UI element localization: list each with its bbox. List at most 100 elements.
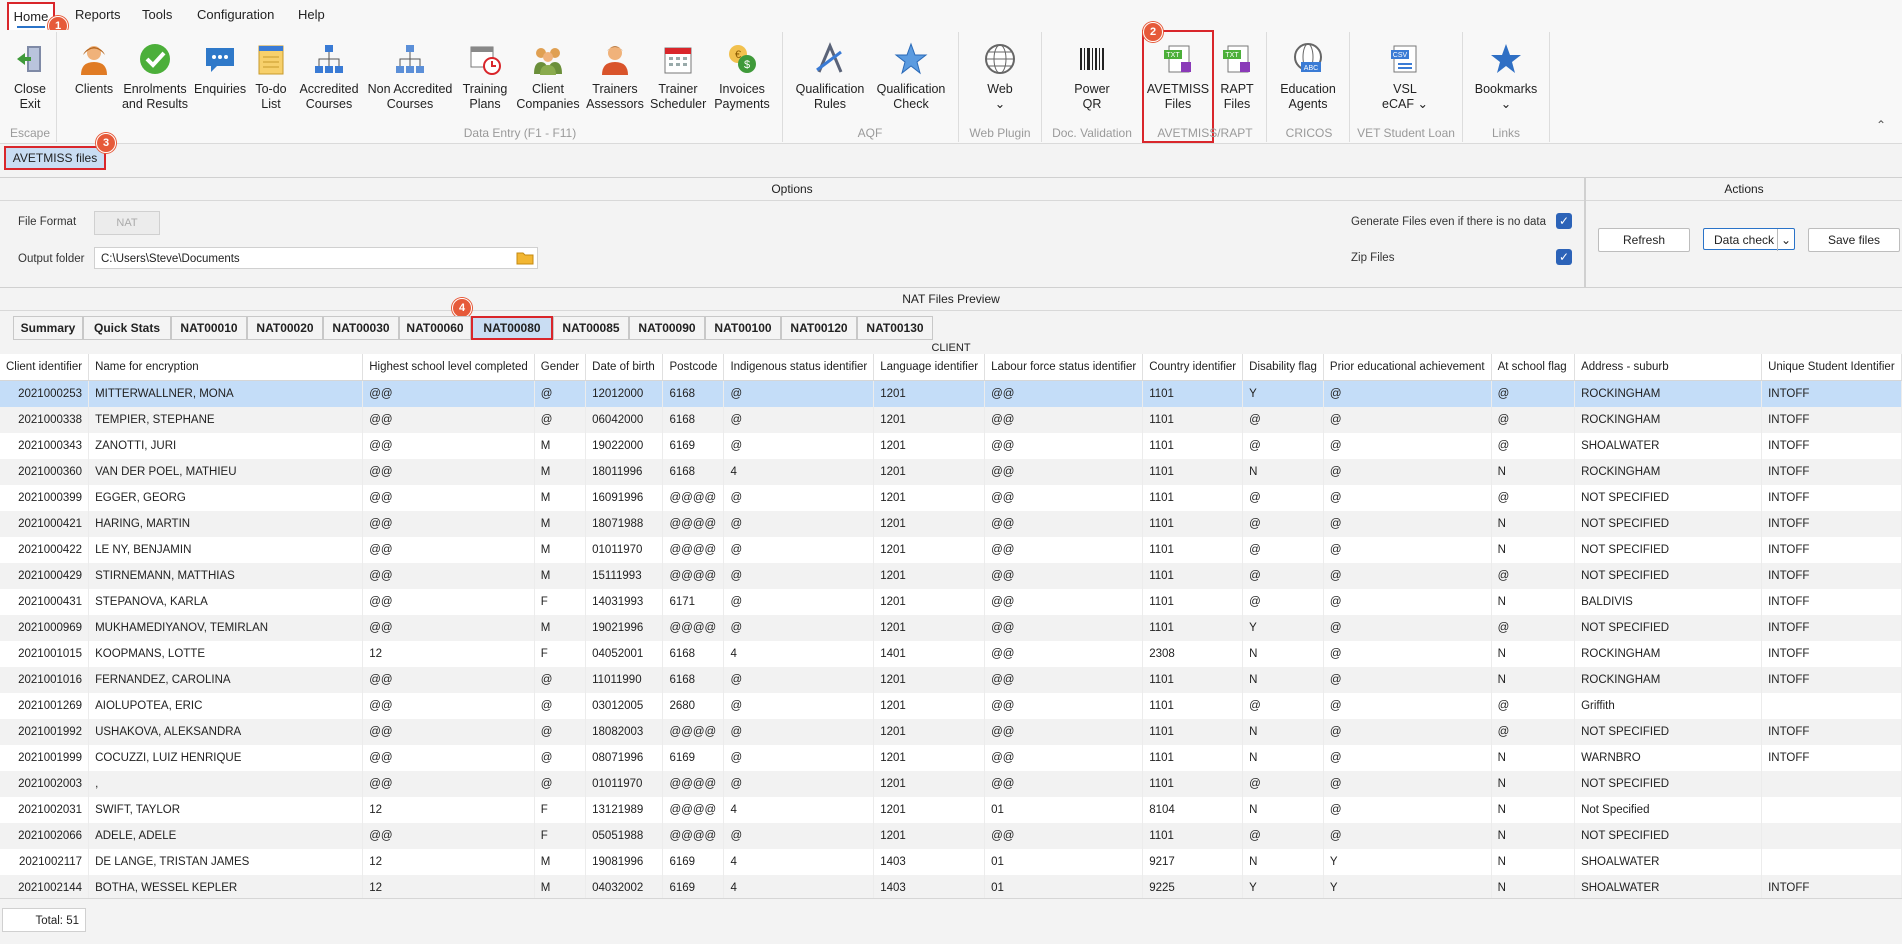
column-header[interactable]: Name for encryption <box>88 354 364 381</box>
menu-configuration[interactable]: Configuration <box>197 7 274 22</box>
zip-files-checkbox[interactable]: ✓ <box>1556 249 1572 265</box>
column-header[interactable]: Address - suburb <box>1574 354 1763 381</box>
table-row[interactable]: 2021000338 TEMPIER, STEPHANE @@ @06042000 61… <box>0 407 1902 433</box>
column-header[interactable]: Unique Student Identifier <box>1761 354 1902 381</box>
tab-quick-stats[interactable]: Quick Stats <box>83 316 171 340</box>
column-header[interactable]: Indigenous status identifier <box>723 354 875 381</box>
qualification-rules-button[interactable]: Qualification Rules <box>792 42 868 112</box>
table-cell: @ <box>1242 823 1324 849</box>
enquiries-button[interactable]: Enquiries <box>194 42 246 97</box>
table-cell: N <box>1242 849 1324 875</box>
column-header[interactable]: Country identifier <box>1142 354 1244 381</box>
tab-nat00010[interactable]: NAT00010 <box>171 316 247 340</box>
table-row[interactable]: 2021001016 FERNANDEZ, CAROLINA @@ @11011990… <box>0 667 1902 693</box>
trainers-assessors-button[interactable]: Trainers Assessors <box>584 42 646 112</box>
collapse-ribbon-chevron-icon[interactable]: ⌃ <box>1876 118 1886 132</box>
education-agents-button[interactable]: ABC Education Agents <box>1274 42 1342 112</box>
table-row[interactable]: 2021000399 EGGER, GEORG @@ M 16091996 @@@@ @12… <box>0 485 1902 511</box>
column-header[interactable]: Disability flag <box>1242 354 1324 381</box>
menu-reports[interactable]: Reports <box>75 7 121 22</box>
ribbon: Close Exit Clients Enrolments and Result… <box>0 30 1902 144</box>
tab-nat00060[interactable]: NAT00060 <box>399 316 471 340</box>
table-cell: 4 <box>723 849 875 875</box>
table-cell: 2021000399 <box>0 485 90 511</box>
notepad-icon <box>258 45 284 75</box>
table-cell: @ <box>1491 485 1576 511</box>
table-cell: @@ <box>984 511 1144 537</box>
enrolments-button[interactable]: Enrolments and Results <box>120 42 190 112</box>
file-format-field[interactable]: NAT <box>94 211 160 235</box>
column-header[interactable]: Highest school level completed <box>362 354 535 381</box>
table-row[interactable]: 2021000431 STEPANOVA, KARLA @@ F 14031993 617… <box>0 589 1902 615</box>
table-row[interactable]: 2021000343 ZANOTTI, JURI @@ M 19022000 6169 @1… <box>0 433 1902 459</box>
accredited-courses-button[interactable]: Accredited Courses <box>296 42 362 112</box>
column-header[interactable]: Client identifier <box>0 354 90 381</box>
save-files-button[interactable]: Save files <box>1808 228 1900 252</box>
client-companies-button[interactable]: Client Companies <box>516 42 580 112</box>
folder-icon[interactable] <box>516 250 534 266</box>
table-row[interactable]: 2021000253 MITTERWALLNER, MONA @@ @12012000… <box>0 380 1902 407</box>
table-row[interactable]: 2021002003, @@ @01011970 @@@@ @1201 @@ 1101 @ @ N… <box>0 771 1902 797</box>
table-cell: 2021002003 <box>0 771 90 797</box>
non-accredited-courses-button[interactable]: Non Accredited Courses <box>366 42 454 112</box>
table-cell: @ <box>1242 485 1324 511</box>
bookmarks-button[interactable]: Bookmarks ⌄ <box>1472 42 1540 112</box>
trainer-scheduler-button[interactable]: Trainer Scheduler <box>650 42 706 112</box>
tab-nat00130[interactable]: NAT00130 <box>857 316 933 340</box>
table-row[interactable]: 2021001999 COCUZZI, LUIZ HENRIQUE @@ @08071… <box>0 745 1902 771</box>
table-cell: M <box>534 511 587 537</box>
tab-summary[interactable]: Summary <box>13 316 83 340</box>
avetmiss-files-button[interactable]: TXT AVETMISS Files <box>1146 42 1210 112</box>
clients-button[interactable]: Clients <box>72 42 116 97</box>
invoices-payments-button[interactable]: € $ Invoices Payments <box>710 42 774 112</box>
column-header[interactable]: At school flag <box>1491 354 1576 381</box>
column-header[interactable]: Language identifier <box>873 354 986 381</box>
table-row[interactable]: 2021001269 AIOLUPOTEA, ERIC @@ @03012005 268… <box>0 693 1902 719</box>
tab-nat00030[interactable]: NAT00030 <box>323 316 399 340</box>
generate-files-checkbox[interactable]: ✓ <box>1556 213 1572 229</box>
tab-nat00090[interactable]: NAT00090 <box>629 316 705 340</box>
table-cell: INTOFF <box>1761 459 1902 485</box>
table-row[interactable]: 2021000421 HARING, MARTIN @@ M 18071988 @@@@ @… <box>0 511 1902 537</box>
output-folder-label: Output folder <box>18 253 85 265</box>
tab-nat00120[interactable]: NAT00120 <box>781 316 857 340</box>
table-row[interactable]: 2021000360 VAN DER POEL, MATHIEU @@ M 180119… <box>0 459 1902 485</box>
table-row[interactable]: 2021002031 SWIFT, TAYLOR 12 F 13121989 @@@@ 4 1… <box>0 797 1902 823</box>
column-header[interactable]: Prior educational achievement <box>1323 354 1492 381</box>
tab-nat00100[interactable]: NAT00100 <box>705 316 781 340</box>
column-header[interactable]: Postcode <box>662 354 725 381</box>
table-row[interactable]: 2021002144 BOTHA, WESSEL KEPLER 12 M 0403200… <box>0 875 1902 898</box>
accredited-label-2: Courses <box>305 97 353 111</box>
vsl-ecaf-button[interactable]: CSV VSL eCAF ⌄ <box>1370 42 1440 112</box>
menu-help[interactable]: Help <box>298 7 325 22</box>
close-exit-button[interactable]: Close Exit <box>8 42 52 112</box>
column-header[interactable]: Date of birth <box>585 354 664 381</box>
tab-nat00085[interactable]: NAT00085 <box>553 316 629 340</box>
tab-nat00020[interactable]: NAT00020 <box>247 316 323 340</box>
column-header[interactable]: Labour force status identifier <box>984 354 1144 381</box>
training-plans-button[interactable]: Training Plans <box>458 42 512 112</box>
table-row[interactable]: 2021000969 MUKHAMEDIYANOV, TEMIRLAN @@ M 190… <box>0 615 1902 641</box>
table-row[interactable]: 2021001015 KOOPMANS, LOTTE 12 F 04052001 6168… <box>0 641 1902 667</box>
table-cell: @ <box>1491 719 1576 745</box>
rapt-files-button[interactable]: TXT RAPT Files <box>1216 42 1258 112</box>
table-row[interactable]: 2021002117 DE LANGE, TRISTAN JAMES 12 M 1908… <box>0 849 1902 875</box>
qualification-check-button[interactable]: Qualification Check <box>872 42 950 112</box>
refresh-button[interactable]: Refresh <box>1598 228 1690 252</box>
avetmiss-files-tab[interactable]: AVETMISS files <box>4 146 106 170</box>
data-check-dropdown-chevron-icon[interactable]: ⌄ <box>1777 229 1794 251</box>
output-folder-field[interactable]: C:\Users\Steve\Documents <box>94 247 538 269</box>
table-row[interactable]: 2021000429 STIRNEMANN, MATTHIAS @@ M 1511199… <box>0 563 1902 589</box>
tab-nat00080[interactable]: NAT00080 <box>471 316 553 340</box>
web-button[interactable]: Web ⌄ <box>972 42 1028 112</box>
table-row[interactable]: 2021001992 USHAKOVA, ALEKSANDRA @@ @1808200… <box>0 719 1902 745</box>
table-cell: @ <box>723 433 875 459</box>
column-header[interactable]: Gender <box>534 354 587 381</box>
table-row[interactable]: 2021000422 LE NY, BENJAMIN @@ M 01011970 @@@@… <box>0 537 1902 563</box>
data-check-button[interactable]: Data check ⌄ <box>1703 228 1795 251</box>
menu-tools[interactable]: Tools <box>142 7 172 22</box>
power-qr-button[interactable]: Power QR <box>1066 42 1118 112</box>
todo-list-button[interactable]: To-do List <box>250 42 292 112</box>
table-cell: 1101 <box>1142 380 1244 407</box>
table-row[interactable]: 2021002066 ADELE, ADELE @@ F 05051988 @@@@ @12… <box>0 823 1902 849</box>
